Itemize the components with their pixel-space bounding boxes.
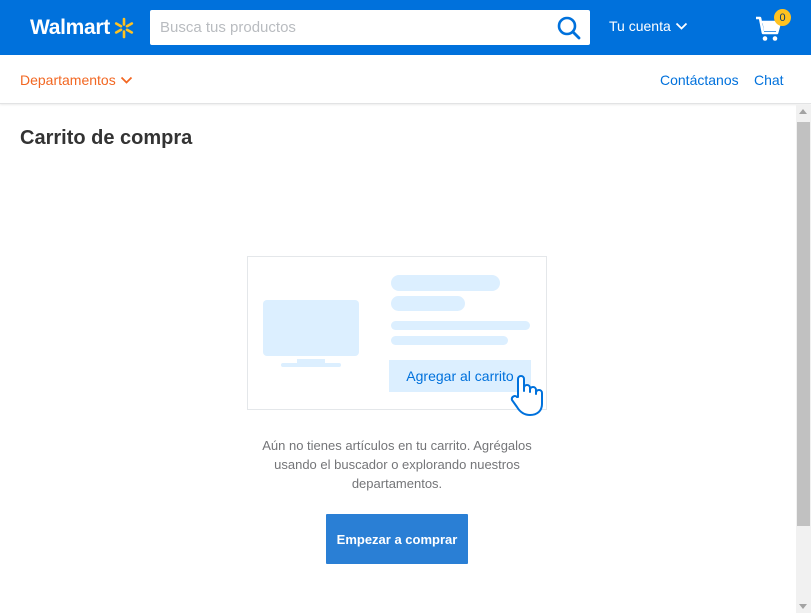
start-shopping-button[interactable]: Empezar a comprar xyxy=(326,514,468,564)
account-label: Tu cuenta xyxy=(609,18,671,34)
placeholder-line xyxy=(391,275,500,291)
account-menu[interactable]: Tu cuenta xyxy=(609,18,688,34)
cart-count-badge: 0 xyxy=(774,9,791,26)
pointer-hand-icon xyxy=(510,375,543,416)
contact-link[interactable]: Contáctanos xyxy=(660,72,739,88)
logo-text: Walmart xyxy=(30,16,110,39)
chevron-down-icon xyxy=(120,76,132,84)
scroll-up-arrow-icon[interactable] xyxy=(799,109,807,114)
placeholder-line xyxy=(391,336,508,345)
search-input[interactable] xyxy=(150,10,550,45)
scroll-down-arrow-icon[interactable] xyxy=(799,604,807,609)
spark-logo-icon xyxy=(114,17,134,39)
tv-icon xyxy=(263,300,359,356)
cart-button[interactable]: 0 xyxy=(754,9,794,44)
walmart-logo[interactable]: Walmart xyxy=(30,14,135,42)
chat-link[interactable]: Chat xyxy=(754,72,784,88)
tv-base xyxy=(281,363,341,367)
chevron-down-icon xyxy=(675,22,687,30)
placeholder-line xyxy=(391,296,465,311)
departments-label: Departamentos xyxy=(20,72,116,88)
departments-menu[interactable]: Departamentos xyxy=(20,72,133,88)
secondary-nav: Departamentos Contáctanos Chat xyxy=(0,55,811,104)
empty-cart-illustration: Agregar al carrito xyxy=(247,256,547,416)
top-header: Walmart Tu cuenta xyxy=(0,0,811,55)
page-title: Carrito de compra xyxy=(20,127,193,149)
scrollbar-thumb[interactable] xyxy=(797,122,810,526)
vertical-scrollbar[interactable] xyxy=(796,105,811,613)
search-icon[interactable] xyxy=(556,15,582,41)
search-bar xyxy=(150,10,590,45)
placeholder-line xyxy=(391,321,530,330)
empty-cart-message: Aún no tienes artículos en tu carrito. A… xyxy=(262,438,532,491)
